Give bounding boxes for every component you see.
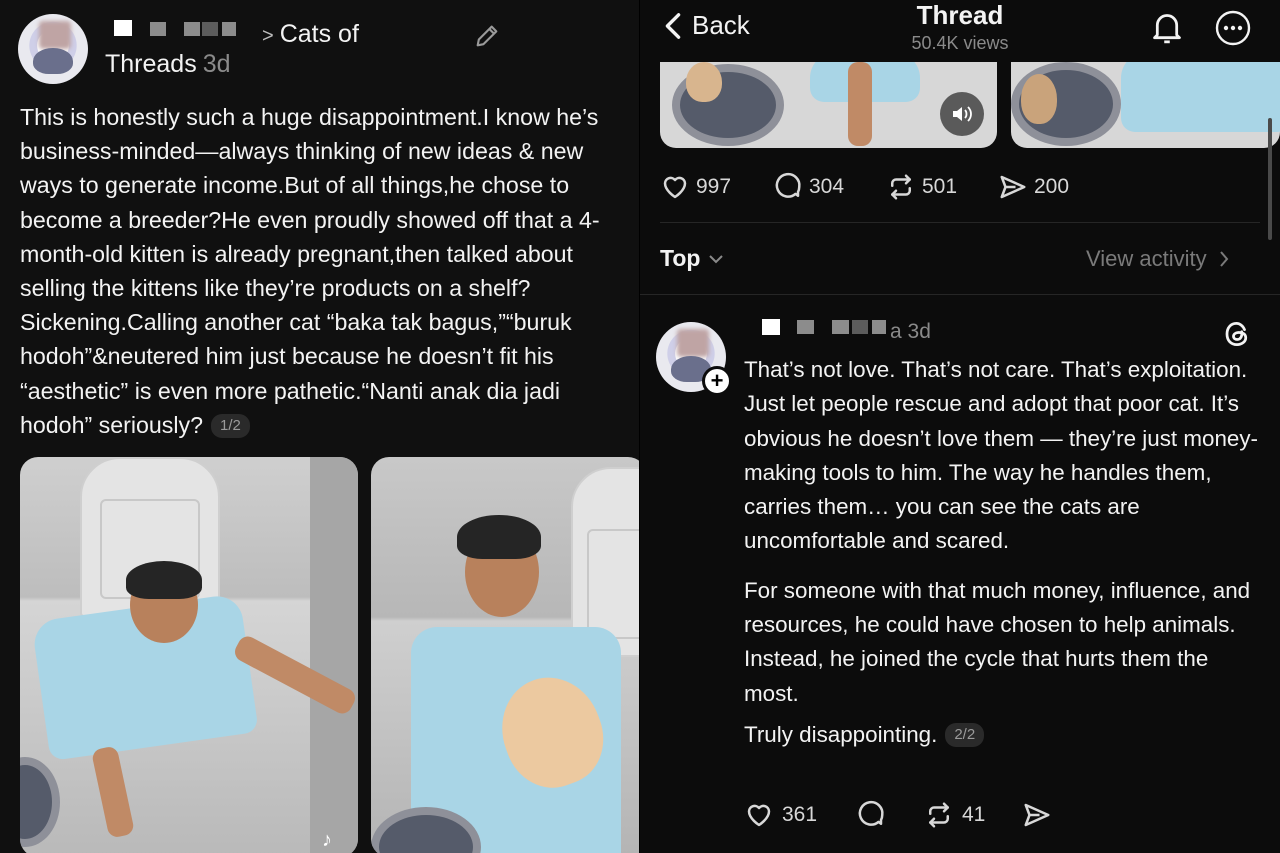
avatar-cat	[33, 47, 73, 75]
like-count: 997	[696, 175, 732, 198]
person-arm	[90, 745, 136, 839]
reply-count: 304	[809, 175, 845, 198]
reply-share-button[interactable]	[1022, 800, 1052, 830]
redacted-username	[202, 22, 218, 36]
reply-time: a 3d	[890, 320, 931, 344]
scrollbar[interactable]	[1268, 118, 1272, 240]
avatar-blur	[39, 21, 72, 49]
redacted-username	[184, 22, 200, 36]
reply-paragraph-1: That’s not love. That’s not care. That’s…	[744, 357, 1259, 554]
speaker-icon	[953, 106, 972, 122]
repost-count: 501	[922, 175, 958, 198]
volume-button[interactable]	[940, 92, 984, 136]
reply-like-count: 361	[782, 803, 818, 826]
pager-badge: 1/2	[211, 413, 250, 438]
person-hair	[457, 515, 541, 559]
person-hair	[126, 561, 202, 599]
avatar-blur	[677, 329, 710, 357]
sort-label: Top	[660, 245, 701, 271]
reply-comment-button[interactable]	[856, 800, 886, 830]
username-suffix: a	[890, 320, 908, 343]
view-count: 50.4K views	[911, 33, 1009, 53]
topic-line: Threads 3d	[105, 50, 231, 79]
share-stat[interactable]: 200	[998, 172, 1069, 202]
door-panel	[587, 529, 640, 639]
more-icon[interactable]	[1215, 10, 1251, 46]
topic-breadcrumb[interactable]: > Cats of	[262, 20, 359, 49]
reply-repost-button[interactable]: 41	[924, 800, 985, 830]
redacted-username	[852, 320, 868, 334]
reply-time-value: 3d	[907, 320, 931, 343]
redacted-username	[872, 320, 886, 334]
post-body: This is honestly such a huge disappointm…	[20, 100, 635, 442]
view-activity-link[interactable]: View activity	[1086, 246, 1229, 272]
tiktok-icon: ♪	[322, 829, 332, 851]
sort-dropdown[interactable]: Top	[660, 245, 724, 272]
share-icon	[1024, 803, 1050, 827]
left-screenshot: > Cats of Threads 3d This is honestly such…	[0, 0, 640, 853]
pager-badge: 2/2	[945, 722, 985, 747]
kitten	[1021, 74, 1057, 124]
like-stat[interactable]: 997	[660, 172, 731, 202]
divider	[640, 294, 1280, 295]
threads-logo-icon	[1225, 321, 1248, 347]
cat-bed	[20, 757, 60, 847]
share-count: 200	[1034, 175, 1070, 198]
redacted-username	[222, 22, 236, 36]
view-activity-label: View activity	[1086, 246, 1207, 271]
divider	[660, 222, 1260, 223]
heart-icon	[663, 176, 687, 199]
repost-icon	[891, 174, 911, 200]
author-avatar[interactable]	[18, 14, 88, 84]
heart-icon	[747, 804, 771, 827]
reply-repost-count: 41	[962, 803, 986, 826]
media-thumbnail-2[interactable]	[1011, 62, 1280, 148]
kitten	[686, 62, 722, 102]
chevron-right-icon	[1219, 251, 1228, 267]
redacted-username	[832, 320, 849, 334]
comment-icon	[775, 172, 801, 198]
comment-icon	[858, 800, 884, 826]
pencil-icon[interactable]	[473, 22, 501, 50]
chevron-down-icon	[709, 254, 724, 263]
reply-paragraph-2: For someone with that much money, influe…	[744, 577, 1251, 706]
bell-icon[interactable]	[1150, 10, 1184, 46]
reply-like-button[interactable]: 361	[744, 800, 817, 830]
share-icon	[1000, 175, 1026, 199]
page-title: Thread	[916, 0, 1004, 30]
repost-stat[interactable]: 501	[886, 172, 957, 202]
redacted-username	[797, 320, 814, 334]
cabinet	[310, 457, 358, 853]
right-screenshot: Back Thread 50.4K views 997 304 501 200	[640, 0, 1280, 853]
redacted-username	[762, 319, 780, 335]
redacted-username	[114, 20, 132, 36]
reply-body: That’s not love. That’s not care. That’s…	[744, 353, 1264, 767]
redacted-username	[150, 22, 166, 36]
repost-icon	[929, 802, 949, 828]
reply-stat[interactable]: 304	[773, 172, 844, 202]
follow-button[interactable]: +	[702, 366, 732, 396]
topic-name-cont[interactable]: Threads	[105, 50, 197, 78]
topic-name: Cats of	[279, 20, 359, 48]
person-arm	[848, 62, 872, 146]
reply-paragraph-3: Truly disappointing. 2/2	[744, 718, 1264, 752]
breadcrumb-separator: >	[262, 25, 274, 47]
post-text: This is honestly such a huge disappointm…	[20, 104, 600, 438]
post-image-2[interactable]	[371, 457, 640, 853]
post-time: 3d	[202, 50, 231, 78]
reply-closing: Truly disappointing.	[744, 721, 938, 747]
post-image-1[interactable]: ♪	[20, 457, 358, 853]
scrubs	[1121, 62, 1280, 132]
